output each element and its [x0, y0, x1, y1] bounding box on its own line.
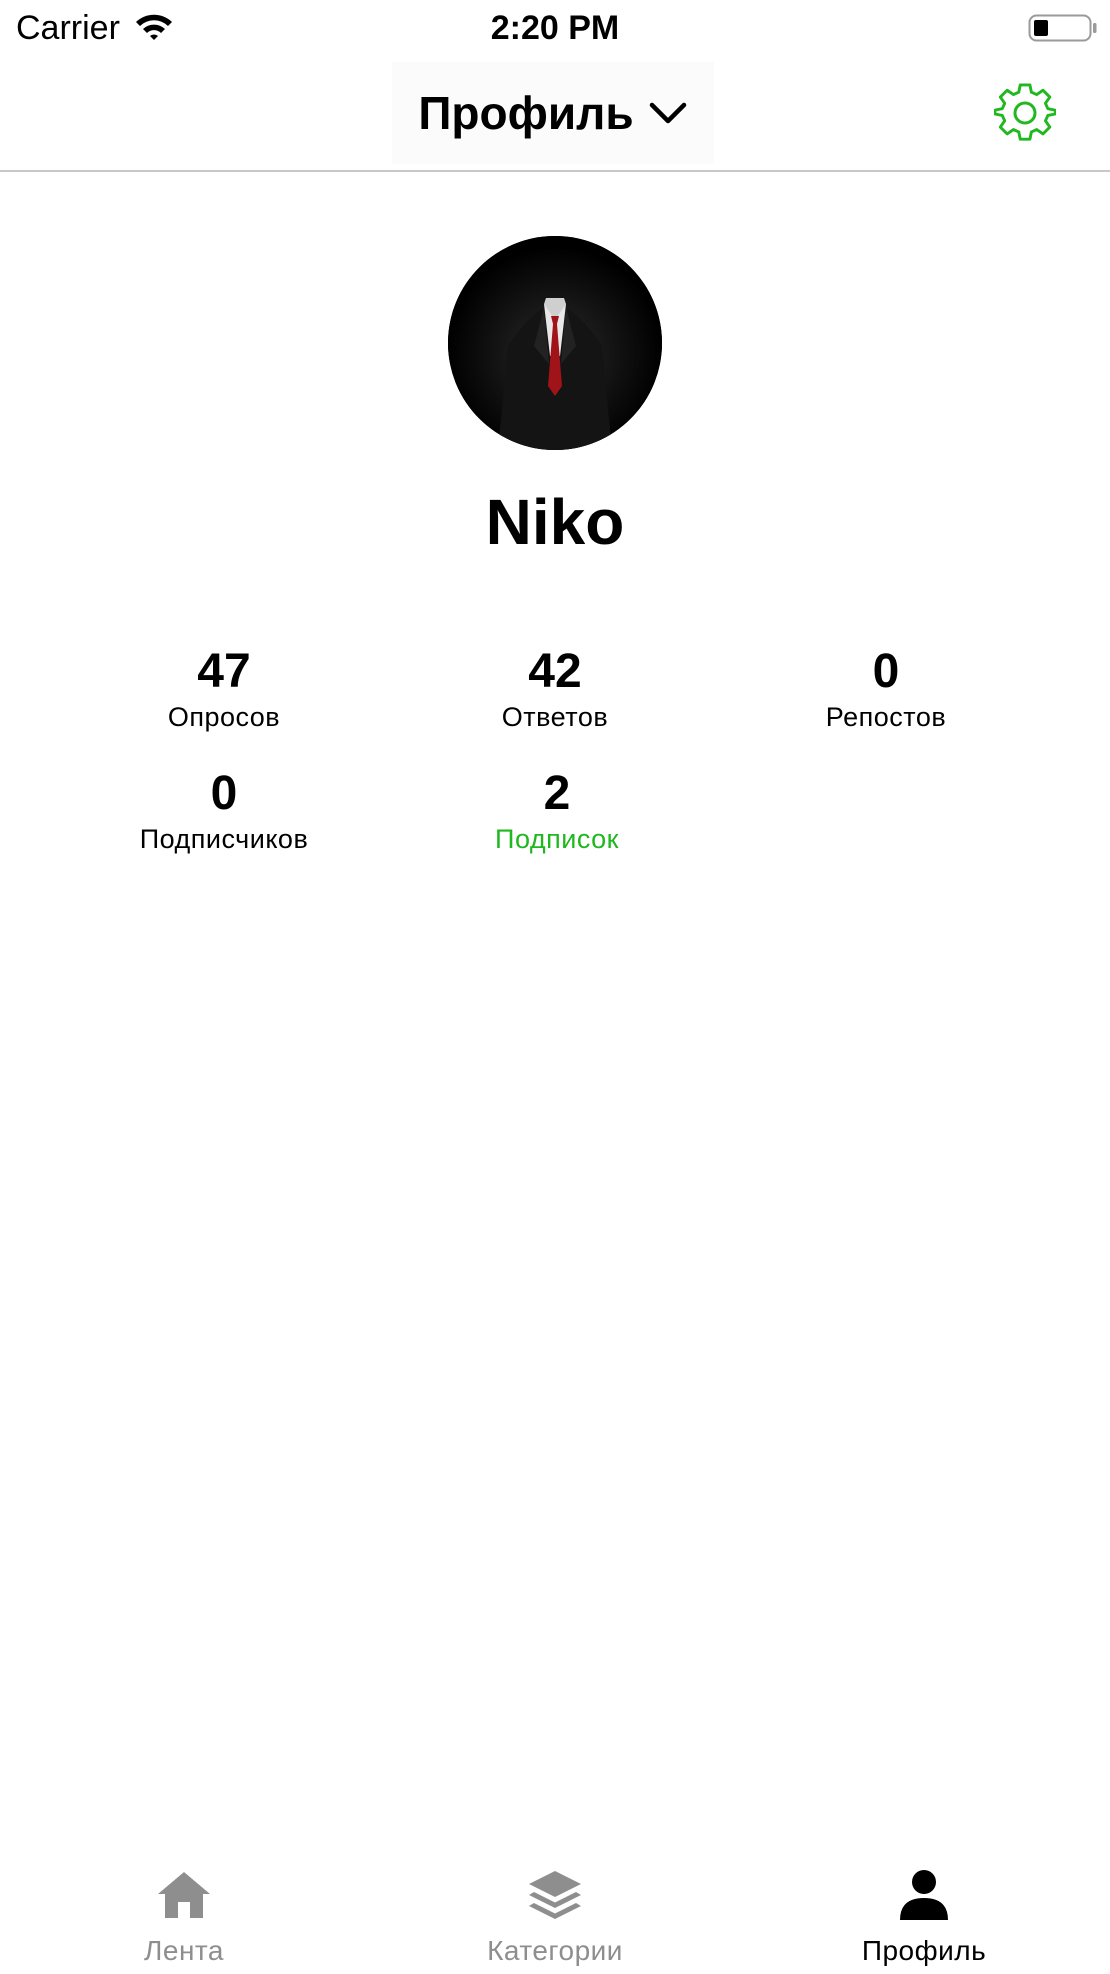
stat-value: 42: [528, 645, 582, 698]
stat-value: 2: [543, 767, 571, 820]
stat-followers[interactable]: 0 Подписчиков: [104, 766, 344, 856]
nav-bar: Профиль: [0, 56, 1110, 172]
tab-feed[interactable]: Лента: [64, 1840, 304, 1974]
tab-categories[interactable]: Категории: [435, 1840, 675, 1974]
tab-label: Лента: [144, 1935, 224, 1966]
stat-value: 0: [210, 767, 238, 820]
gear-icon[interactable]: [994, 82, 1056, 144]
stat-label: Подписчиков: [139, 824, 309, 854]
stat-subscriptions[interactable]: 2 Подписок: [437, 766, 677, 856]
profile-switcher-button[interactable]: Профиль: [392, 62, 714, 164]
avatar[interactable]: [448, 236, 662, 450]
person-icon: [900, 1870, 948, 1920]
chevron-down-icon: [649, 102, 686, 124]
page-title: Профиль: [418, 87, 634, 139]
layers-icon: [529, 1871, 581, 1919]
stat-label: Опросов: [167, 702, 281, 732]
tab-label: Профиль: [861, 1935, 987, 1966]
stat-label: Подписок: [495, 824, 619, 854]
stat-reposts[interactable]: 0 Репостов: [766, 644, 1006, 734]
stat-label: Репостов: [825, 702, 947, 732]
stat-answers[interactable]: 42 Ответов: [435, 644, 675, 734]
tab-profile[interactable]: Профиль: [804, 1840, 1044, 1974]
stat-value: 47: [197, 645, 251, 698]
stat-label: Ответов: [501, 702, 609, 732]
battery-icon: [1028, 14, 1097, 42]
avatar-image: [448, 236, 662, 450]
profile-name: Niko: [485, 486, 625, 558]
status-bar: Carrier 2:20 PM: [0, 0, 1110, 56]
home-icon: [158, 1872, 210, 1918]
tab-label: Категории: [487, 1935, 623, 1966]
status-time: 2:20 PM: [490, 9, 620, 47]
stat-value: 0: [872, 645, 900, 698]
stat-polls[interactable]: 47 Опросов: [104, 644, 344, 734]
tab-bar: Лента Категории Профиль: [0, 1840, 1110, 1974]
